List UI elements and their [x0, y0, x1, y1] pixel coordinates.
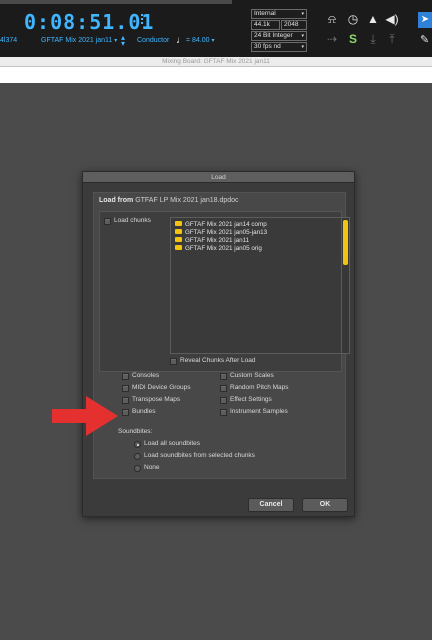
conductor-label[interactable]: Conductor — [137, 37, 169, 44]
auto-rewind-icon[interactable]: ⍾ — [325, 12, 339, 26]
transport-top-strip — [0, 0, 232, 4]
list-item-label: GFTAF Mix 2021 jan11 — [185, 237, 250, 244]
chunk-selector[interactable]: GFTAF Mix 2021 jan11 ▾ — [41, 37, 117, 44]
sample-rate-select[interactable]: 44.1k — [251, 20, 280, 30]
dialog-title: Load — [83, 172, 354, 183]
quarter-note-icon: ♩ — [176, 35, 186, 46]
load-from-label: Load from — [99, 197, 134, 204]
sync-source-select[interactable]: Internal ▾ — [251, 9, 307, 19]
soundbites-none-label: None — [144, 464, 160, 471]
clock-icon[interactable]: ◷ — [346, 12, 360, 26]
soundbites-selected-label: Load soundbites from selected chunks — [144, 452, 255, 459]
list-item-label: GFTAF Mix 2021 jan14 comp — [185, 221, 267, 228]
load-panel: Load from GTFAF LP Mix 2021 jan18.dpdoc … — [93, 192, 350, 479]
list-item-label: GFTAF Mix 2021 jan05 orig — [185, 245, 262, 252]
sample-rate-value: 44.1k — [254, 21, 270, 28]
cancel-button[interactable]: Cancel — [248, 498, 294, 512]
midi-device-groups-checkbox[interactable] — [122, 385, 129, 392]
folder-icon — [175, 221, 182, 226]
reveal-chunks-checkbox[interactable] — [170, 358, 177, 365]
ok-button[interactable]: OK — [302, 498, 348, 512]
red-arrow-icon — [52, 396, 118, 436]
load-chunks-checkbox[interactable] — [104, 218, 111, 225]
consoles-checkbox[interactable] — [122, 373, 129, 380]
load-chunks-label: Load chunks — [114, 217, 151, 224]
soundbites-all-radio[interactable] — [134, 441, 141, 448]
effect-settings-checkbox[interactable] — [220, 397, 227, 404]
chunks-group: Load chunks GFTAF Mix 2021 jan14 comp GF… — [99, 211, 350, 372]
instrument-samples-checkbox[interactable] — [220, 409, 227, 416]
conductor-arrows-icon[interactable]: ▴ ▾ — [121, 34, 127, 48]
chunk-list-scrollbar[interactable] — [341, 218, 349, 353]
load-dialog: Load Load from GTFAF LP Mix 2021 jan18.d… — [82, 171, 355, 517]
soundbites-none-radio[interactable] — [134, 465, 141, 472]
transpose-maps-checkbox[interactable] — [122, 397, 129, 404]
punch-arrow-icon[interactable]: ⇢ — [325, 32, 339, 46]
frame-rate-select[interactable]: 30 fps nd ▾ — [251, 42, 307, 52]
tempo-value: 84.00 — [192, 37, 210, 44]
pencil-tool-icon[interactable]: ✎ — [420, 33, 429, 46]
list-item[interactable]: GFTAF Mix 2021 jan14 comp — [175, 221, 267, 228]
soundbites-all-label: Load all soundbites — [144, 440, 201, 447]
custom-scales-label: Custom Scales — [230, 372, 274, 379]
sync-s-icon[interactable]: S — [346, 32, 360, 46]
folder-icon — [175, 245, 182, 250]
chunk-selector-label: GFTAF Mix 2021 jan11 — [41, 37, 113, 44]
pointer-tool-icon[interactable]: ➤ — [418, 12, 432, 28]
upload-icon[interactable]: ⤒ — [385, 32, 399, 46]
bundles-checkbox[interactable] — [122, 409, 129, 416]
sync-source-value: Internal — [254, 10, 276, 17]
random-pitch-maps-checkbox[interactable] — [220, 385, 227, 392]
bit-depth-select[interactable]: 24 Bit Integer ▾ — [251, 31, 307, 41]
load-from-line: Load from GTFAF LP Mix 2021 jan18.dpdoc — [99, 197, 239, 204]
folder-icon — [175, 237, 182, 242]
buffer-select[interactable]: 2048 — [281, 20, 307, 30]
transport-bar: 0:08:51.01 4l374 GFTAF Mix 2021 jan11 ▾ … — [0, 0, 432, 57]
list-item[interactable]: GFTAF Mix 2021 jan05 orig — [175, 245, 262, 252]
custom-scales-checkbox[interactable] — [220, 373, 227, 380]
track-label[interactable]: 4l374 — [0, 37, 17, 44]
frame-rate-value: 30 fps nd — [254, 43, 281, 50]
speaker-icon[interactable]: ◀) — [385, 12, 399, 26]
buffer-value: 2048 — [284, 21, 299, 28]
chevron-down-icon: ▾ — [301, 44, 304, 50]
counter-caret-icon — [141, 14, 144, 24]
time-counter[interactable]: 0:08:51.01 — [24, 10, 154, 34]
transpose-maps-label: Transpose Maps — [132, 396, 181, 403]
chevron-down-icon: ▾ — [301, 11, 304, 17]
metronome-icon[interactable]: ▲ — [366, 12, 380, 26]
chevron-down-icon: ▾ — [211, 38, 215, 44]
list-item-label: GFTAF Mix 2021 jan05-jan13 — [185, 229, 268, 236]
instrument-samples-label: Instrument Samples — [230, 408, 288, 415]
effect-settings-label: Effect Settings — [230, 396, 272, 403]
bit-depth-value: 24 Bit Integer — [254, 32, 293, 39]
list-item[interactable]: GFTAF Mix 2021 jan05-jan13 — [175, 229, 267, 236]
midi-device-groups-label: MIDI Device Groups — [132, 384, 191, 391]
window-toolbar-area — [0, 67, 432, 83]
reveal-chunks-label: Reveal Chunks After Load — [180, 357, 256, 364]
list-item[interactable]: GFTAF Mix 2021 jan11 — [175, 237, 249, 244]
soundbites-selected-radio[interactable] — [134, 453, 141, 460]
load-from-file: GTFAF LP Mix 2021 jan18.dpdoc — [135, 197, 239, 204]
tempo-field[interactable]: = 84.00 ▾ — [186, 37, 215, 44]
download-icon[interactable]: ⤓ — [366, 32, 380, 46]
soundbites-title: Soundbites: — [118, 428, 153, 435]
chevron-down-icon: ▾ — [301, 33, 304, 39]
scrollbar-thumb[interactable] — [343, 220, 348, 265]
random-pitch-maps-label: Random Pitch Maps — [230, 384, 289, 391]
bundles-label: Bundles — [132, 408, 156, 415]
window-title: Mixing Board: GFTAF Mix 2021 jan11 — [0, 57, 432, 67]
folder-icon — [175, 229, 182, 234]
consoles-label: Consoles — [132, 372, 160, 379]
chunk-list[interactable]: GFTAF Mix 2021 jan14 comp GFTAF Mix 2021… — [170, 217, 350, 354]
chevron-down-icon: ▾ — [114, 38, 118, 44]
